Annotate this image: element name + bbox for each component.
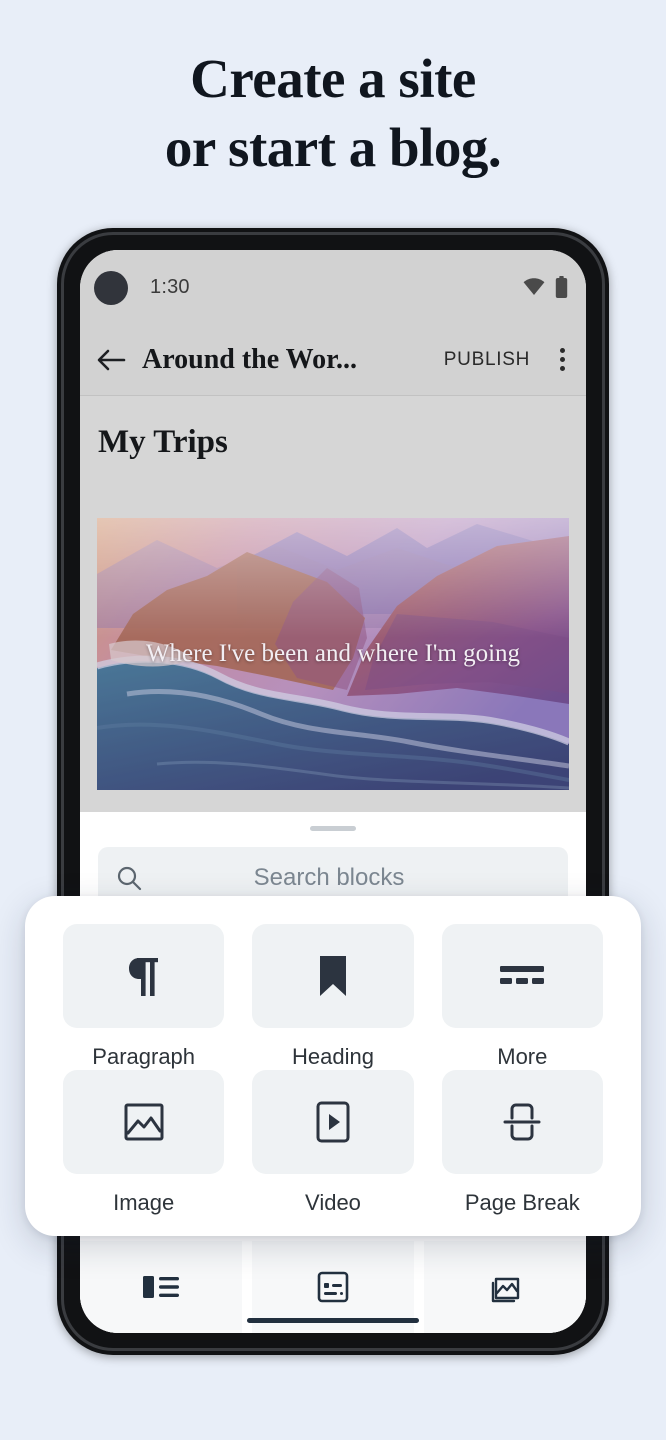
- page-break-icon: [503, 1103, 541, 1141]
- cover-caption: Where I've been and where I'm going: [145, 640, 521, 667]
- toolbar-button-gallery[interactable]: [424, 1241, 586, 1333]
- overlay-tile-image[interactable]: [63, 1070, 225, 1174]
- post-card-icon: [317, 1271, 349, 1303]
- editor-canvas[interactable]: My Trips Where I've been and where I'm g…: [80, 396, 586, 812]
- post-heading-block[interactable]: My Trips: [80, 396, 586, 461]
- sheet-drag-handle[interactable]: [310, 826, 356, 831]
- overlay-block-grid: Paragraph Heading More Image Video Page …: [63, 924, 603, 1216]
- search-blocks-placeholder: Search blocks: [253, 864, 405, 891]
- toolbar-button-media-text[interactable]: [80, 1241, 242, 1333]
- overlay-block-heading[interactable]: Heading: [252, 924, 414, 1070]
- overlay-tile-page-break[interactable]: [441, 1070, 603, 1174]
- overlay-label-heading: Heading: [292, 1044, 374, 1069]
- headline-line-1: Create a site: [190, 48, 476, 109]
- search-icon: [117, 866, 142, 891]
- headline-line-2: or start a blog.: [164, 117, 502, 178]
- gallery-icon: [491, 1277, 520, 1303]
- overlay-block-more[interactable]: More: [441, 924, 603, 1070]
- home-gesture-bar[interactable]: [247, 1318, 419, 1323]
- back-button[interactable]: [80, 348, 142, 372]
- status-time: 1:30: [150, 276, 190, 298]
- paragraph-icon: [128, 958, 158, 996]
- back-arrow-icon: [97, 349, 126, 370]
- status-bar: 1:30: [80, 250, 586, 324]
- kebab-dot-2: [559, 357, 565, 362]
- overlay-tile-heading[interactable]: [252, 924, 414, 1028]
- post-title-appbar: Around the Wor...: [142, 343, 357, 375]
- overlay-block-page-break[interactable]: Page Break: [441, 1070, 603, 1216]
- overlay-tile-video[interactable]: [252, 1070, 414, 1174]
- heading-bookmark-icon: [319, 956, 346, 996]
- overlay-label-more: More: [497, 1044, 548, 1069]
- overlay-block-video[interactable]: Video: [252, 1070, 414, 1216]
- bottom-toolbar: [80, 1241, 586, 1333]
- overlay-label-page-break: Page Break: [464, 1190, 580, 1215]
- status-indicators: [523, 276, 568, 298]
- block-picker-overlay-card: Paragraph Heading More Image Video Page …: [25, 896, 641, 1236]
- publish-button[interactable]: PUBLISH: [436, 349, 538, 371]
- cover-image-block[interactable]: Where I've been and where I'm going: [97, 518, 569, 790]
- page-title: Create a site or start a blog.: [0, 44, 666, 182]
- overlay-label-image: Image: [113, 1190, 175, 1215]
- battery-icon: [555, 276, 568, 298]
- media-text-icon: [143, 1276, 179, 1298]
- overlay-label-video: Video: [305, 1190, 361, 1215]
- kebab-dot-3: [559, 366, 565, 371]
- overlay-label-paragraph: Paragraph: [92, 1044, 196, 1069]
- overflow-menu-button[interactable]: [538, 348, 586, 371]
- front-camera-punch-hole-icon: [94, 271, 128, 305]
- kebab-dot-1: [559, 348, 565, 353]
- video-icon: [316, 1101, 350, 1143]
- more-icon: [500, 966, 545, 984]
- overlay-tile-paragraph[interactable]: [63, 924, 225, 1028]
- app-bar: Around the Wor... PUBLISH: [80, 324, 586, 396]
- image-icon: [124, 1103, 164, 1141]
- wifi-icon: [523, 278, 545, 295]
- overlay-block-paragraph[interactable]: Paragraph: [63, 924, 225, 1070]
- overlay-block-image[interactable]: Image: [63, 1070, 225, 1216]
- overlay-tile-more[interactable]: [441, 924, 603, 1028]
